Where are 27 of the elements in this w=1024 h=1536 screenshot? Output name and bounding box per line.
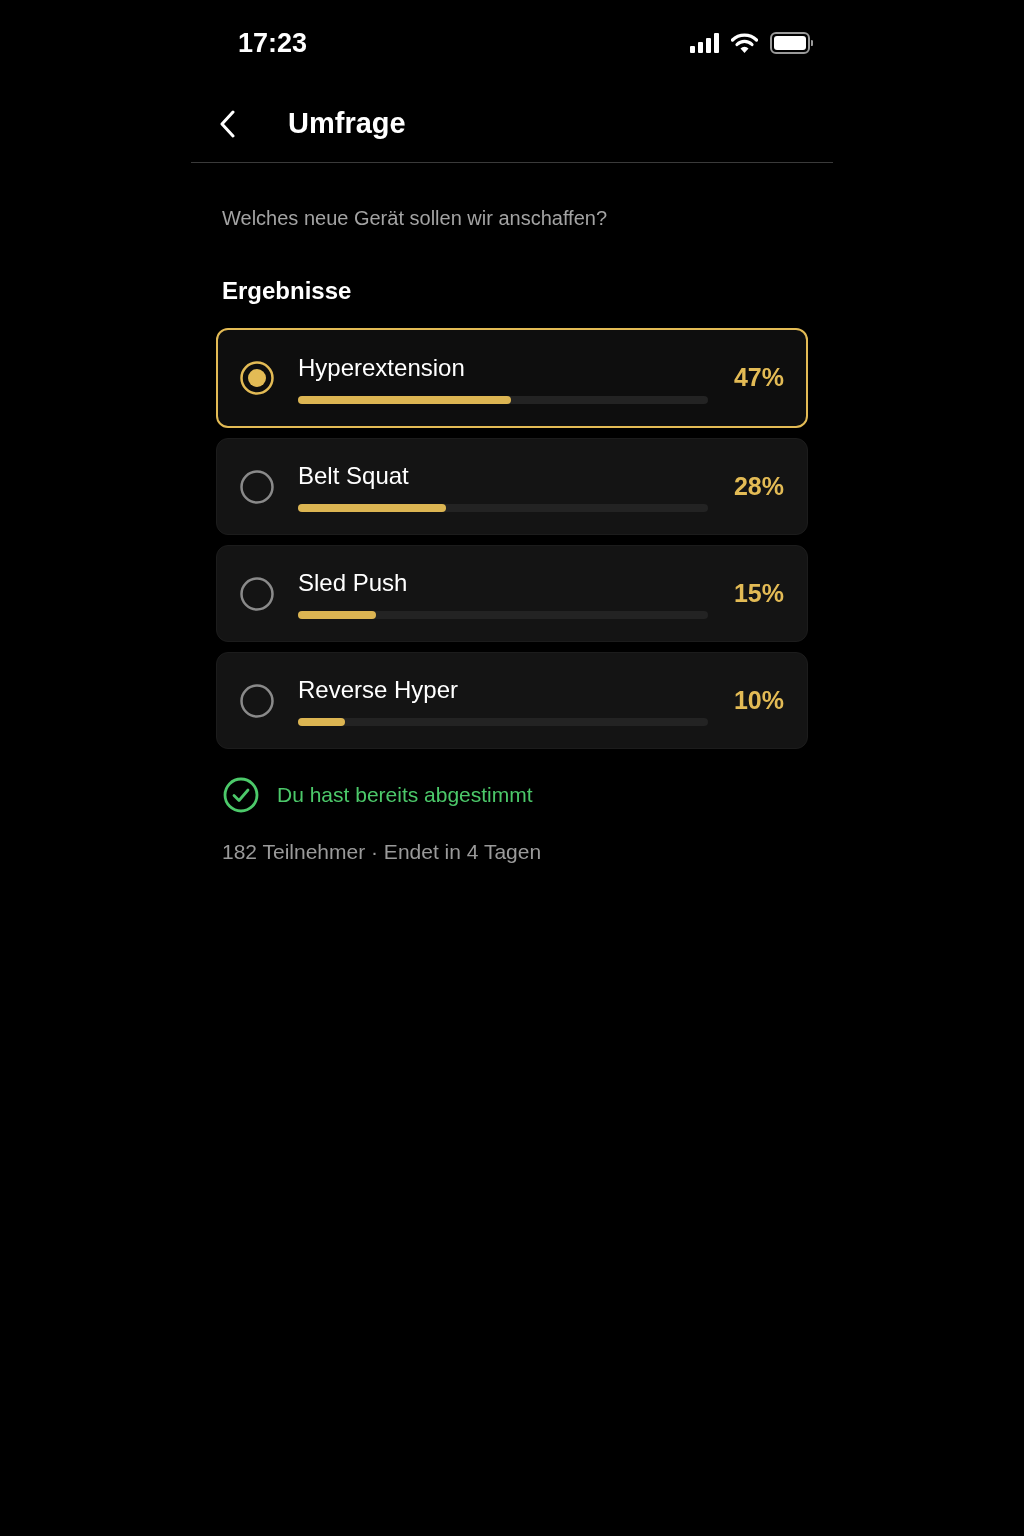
poll-option[interactable]: Belt Squat 28% (216, 438, 808, 535)
battery-icon (770, 32, 813, 54)
poll-option[interactable]: Reverse Hyper 10% (216, 652, 808, 749)
back-icon (219, 110, 235, 138)
poll-option[interactable]: Sled Push 15% (216, 545, 808, 642)
signal-icon (690, 33, 719, 53)
option-label: Hyperextension (298, 352, 466, 383)
option-label: Reverse Hyper (298, 675, 460, 705)
radio-selected-icon[interactable] (240, 361, 274, 395)
option-label: Sled Push (298, 568, 409, 598)
option-label: Belt Squat (298, 461, 410, 491)
poll-meta: 182 Teilnehmer · Endet in 4 Tagen (222, 839, 543, 865)
option-percent: 47% (733, 362, 784, 394)
radio-icon[interactable] (240, 469, 274, 504)
option-percent: 10% (733, 684, 784, 716)
option-percent: 15% (733, 577, 784, 609)
results-heading: Ergebnisse (222, 276, 353, 306)
radio-icon[interactable] (240, 576, 274, 611)
radio-icon[interactable] (240, 683, 274, 718)
vote-status: Du hast bereits abgestimmt (277, 782, 533, 808)
option-percent: 28% (733, 470, 784, 502)
poll-question: Welches neue Gerät sollen wir anschaffen? (222, 206, 609, 231)
check-circle-icon (223, 777, 259, 813)
poll-option[interactable]: Hyperextension 47% (216, 328, 808, 428)
wifi-icon (731, 33, 758, 53)
page-title: Umfrage (288, 106, 406, 142)
status-time: 17:23 (238, 26, 308, 60)
